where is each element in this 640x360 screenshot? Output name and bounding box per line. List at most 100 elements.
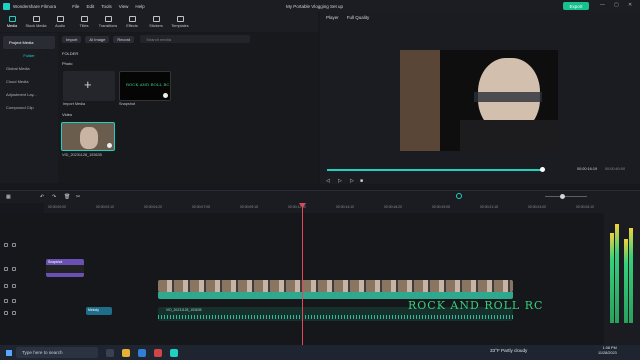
export-label: Export bbox=[569, 3, 583, 9]
tab-templates[interactable]: Templates bbox=[168, 12, 192, 32]
audio-meter bbox=[604, 203, 640, 345]
face-shape bbox=[80, 127, 98, 149]
search-placeholder: Search media bbox=[146, 36, 171, 42]
ruler-tick: 00:00:24:00 bbox=[528, 205, 546, 209]
split-icon[interactable]: ✂ bbox=[76, 194, 80, 200]
edge-icon[interactable] bbox=[138, 348, 146, 357]
lock-icon[interactable] bbox=[4, 299, 8, 303]
import-media-caption: Import Media bbox=[63, 102, 86, 106]
video-clip[interactable] bbox=[158, 280, 513, 292]
redo-icon[interactable]: ↷ bbox=[52, 194, 56, 200]
video-clip-audio[interactable] bbox=[158, 292, 513, 299]
player-tab[interactable]: Player bbox=[326, 15, 339, 20]
lock-icon[interactable] bbox=[4, 243, 8, 247]
zoom-slider[interactable] bbox=[545, 196, 587, 197]
eye-icon[interactable] bbox=[12, 284, 16, 288]
sidebar-item-compound-clip[interactable]: Compound Clip bbox=[0, 101, 58, 114]
sidebar-label: Project Media bbox=[9, 40, 34, 45]
menu-tools[interactable]: Tools bbox=[101, 4, 119, 9]
sidebar-label: Adjustment Lay... bbox=[6, 92, 37, 97]
layout-icon[interactable]: ▦ bbox=[6, 194, 11, 200]
media-controls: Import AI Image Record Search media bbox=[58, 33, 318, 45]
music-clip[interactable]: Melody bbox=[86, 307, 112, 315]
eye-icon[interactable] bbox=[12, 299, 16, 303]
close-icon[interactable]: ✕ bbox=[628, 2, 632, 8]
stop-icon[interactable]: ■ bbox=[360, 178, 363, 184]
track-header-5 bbox=[0, 239, 44, 251]
ruler-tick: 00:00:26:10 bbox=[576, 205, 594, 209]
playhead-line[interactable] bbox=[302, 203, 303, 345]
chrome-icon[interactable] bbox=[154, 348, 162, 357]
tab-media[interactable]: Media bbox=[0, 12, 24, 32]
lock-icon[interactable] bbox=[4, 267, 8, 271]
task-view-icon[interactable] bbox=[106, 348, 114, 357]
eye-icon[interactable] bbox=[12, 267, 16, 271]
maximize-icon[interactable]: ▢ bbox=[614, 2, 619, 8]
menu-edit[interactable]: Edit bbox=[86, 4, 101, 9]
play-icon[interactable]: ▷ bbox=[338, 178, 342, 184]
minimize-icon[interactable]: — bbox=[600, 2, 605, 8]
filmora-logo-icon bbox=[3, 2, 10, 10]
menu-file[interactable]: File bbox=[72, 4, 86, 9]
file-explorer-icon[interactable] bbox=[122, 348, 130, 357]
delete-icon[interactable]: 🗑 bbox=[64, 194, 70, 200]
ai-image-button[interactable]: AI Image bbox=[85, 35, 110, 43]
sidebar-item-folder[interactable]: Folder bbox=[0, 49, 58, 62]
tab-transitions[interactable]: Transitions bbox=[96, 12, 120, 32]
render-icon[interactable] bbox=[456, 193, 462, 199]
taskbar-clock[interactable]: 1:08 PM 11/28/2023 bbox=[598, 346, 617, 356]
search-input[interactable]: Search media bbox=[140, 35, 251, 43]
lock-icon[interactable] bbox=[4, 284, 8, 288]
menu-help[interactable]: Help bbox=[135, 4, 151, 9]
sidebar-item-cloud-media[interactable]: Cloud Media bbox=[0, 75, 58, 88]
timeline-ruler[interactable]: 00:00:00:00 00:00:02:10 00:00:04:20 00:00:0… bbox=[44, 203, 604, 213]
prev-frame-icon[interactable]: ◁ bbox=[326, 178, 330, 184]
import-button[interactable]: Import bbox=[62, 35, 82, 43]
record-button[interactable]: Record bbox=[113, 35, 135, 43]
export-button[interactable]: Export bbox=[563, 2, 589, 10]
tab-effects[interactable]: Effects bbox=[120, 12, 144, 32]
undo-icon[interactable]: ↶ bbox=[40, 194, 44, 200]
tab-titles[interactable]: Titles bbox=[72, 12, 96, 32]
tab-audio[interactable]: Audio bbox=[48, 12, 72, 32]
playback-progress[interactable] bbox=[327, 169, 542, 171]
stickers-icon bbox=[152, 16, 160, 22]
app-name: Wondershare Filmora bbox=[13, 3, 57, 9]
eye-icon[interactable] bbox=[12, 243, 16, 247]
tab-stock-media[interactable]: Stock Media bbox=[24, 12, 48, 32]
tab-label: Audio bbox=[55, 24, 65, 28]
tab-label: Stickers bbox=[149, 24, 163, 28]
taskbar-search[interactable]: Type here to search bbox=[16, 347, 98, 358]
snapshot-clip[interactable]: Snapshot bbox=[46, 259, 84, 277]
windows-start-icon[interactable] bbox=[6, 349, 12, 356]
sidebar-item-adjustment-layer[interactable]: Adjustment Lay... bbox=[0, 88, 58, 101]
track-header-2 bbox=[0, 295, 44, 307]
weather-widget[interactable]: 33°F Partly cloudy bbox=[490, 348, 527, 353]
volume-icon[interactable] bbox=[12, 311, 16, 315]
sidebar-label: Cloud Media bbox=[6, 79, 29, 84]
sidebar-item-project-media[interactable]: Project Media bbox=[3, 36, 55, 49]
plus-icon: + bbox=[84, 77, 92, 92]
video-preview[interactable] bbox=[400, 50, 558, 151]
windows-taskbar: Type here to search bbox=[0, 345, 640, 360]
ruler-tick: 00:00:21:15 bbox=[480, 205, 498, 209]
ruler-tick: 00:00:16:20 bbox=[384, 205, 402, 209]
snapshot-thumbnail[interactable]: ROCK AND ROLL RC bbox=[119, 71, 171, 101]
tab-stickers[interactable]: Stickers bbox=[144, 12, 168, 32]
snapshot-caption: Snapshot bbox=[119, 102, 136, 106]
next-frame-icon[interactable]: ▷ bbox=[350, 178, 354, 184]
clock-date: 11/28/2023 bbox=[598, 351, 617, 355]
media-panel: Import AI Image Record Search media FOLD… bbox=[58, 33, 318, 183]
filmora-taskbar-icon[interactable] bbox=[170, 348, 178, 357]
quality-select[interactable]: Full Quality bbox=[347, 15, 370, 20]
check-icon bbox=[163, 93, 168, 98]
sidebar-item-global-media[interactable]: Global Media bbox=[0, 62, 58, 75]
music-icon[interactable] bbox=[4, 311, 8, 315]
import-media-tile[interactable]: + bbox=[63, 71, 115, 101]
clip-label: Melody bbox=[88, 308, 99, 312]
zoom-handle[interactable] bbox=[560, 194, 565, 199]
menu-view[interactable]: View bbox=[119, 4, 136, 9]
media-sidebar: Project Media Folder Global Media Cloud … bbox=[0, 33, 58, 183]
scrub-handle[interactable] bbox=[539, 167, 545, 172]
video-thumbnail[interactable] bbox=[61, 122, 115, 151]
